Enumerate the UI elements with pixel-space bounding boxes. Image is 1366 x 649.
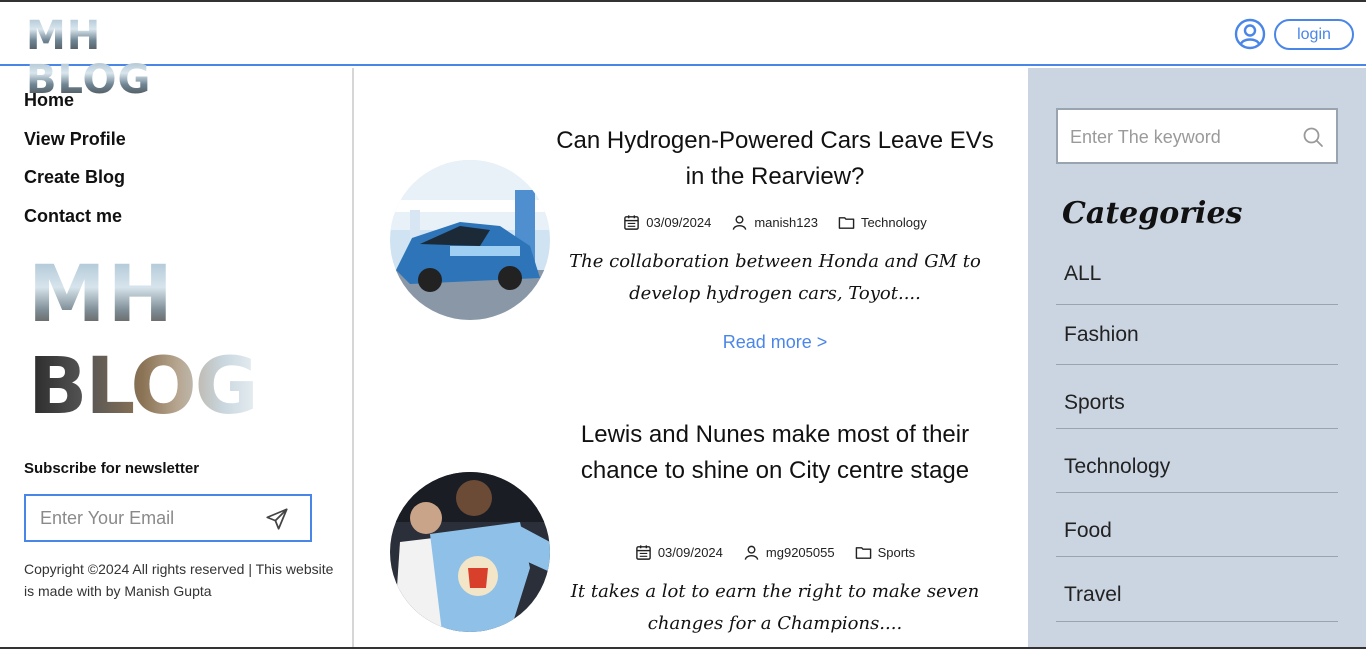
post-category: Technology [838,214,927,231]
folder-icon [855,547,871,559]
read-more-link[interactable]: Read more > [546,332,1004,353]
post-title[interactable]: Can Hydrogen-Powered Cars Leave EVs in t… [546,123,1004,195]
category-item-technology[interactable]: Technology [1056,455,1338,493]
search-form [1056,108,1338,164]
login-button[interactable]: login [1274,19,1354,50]
header: MH BLOG login [0,2,1366,102]
post-excerpt: The collaboration between Honda and GM t… [569,251,981,304]
search-input[interactable] [1070,124,1290,150]
left-sidebar: Home View Profile Create Blog Contact me… [0,68,354,647]
post-thumbnail[interactable] [390,160,550,320]
post-author-text: manish123 [754,215,818,230]
nav-item-create-blog[interactable]: Create Blog [24,167,125,188]
post-category: Sports [855,544,916,561]
folder-icon [838,217,855,229]
category-item-fashion[interactable]: Fashion [1056,323,1338,365]
newsletter-title: Subscribe for newsletter [24,460,200,477]
post-date-text: 03/09/2024 [646,215,712,230]
nav-item-view-profile[interactable]: View Profile [24,129,126,150]
calendar-icon [636,545,651,560]
category-item-sports[interactable]: Sports [1056,391,1338,429]
nav-item-home[interactable]: Home [24,90,74,111]
sidebar-logo-line1: MH [28,250,175,340]
nav-item-contact-me[interactable]: Contact me [24,206,122,227]
category-item-travel[interactable]: Travel [1056,583,1338,622]
category-item-food[interactable]: Food [1056,519,1338,557]
post-author-text: mg9205055 [765,545,835,560]
user-icon [733,215,747,230]
search-icon[interactable] [1302,126,1324,148]
site-logo[interactable]: MH BLOG [26,14,220,102]
post-category-text: Sports [877,545,916,560]
post-title[interactable]: Lewis and Nunes make most of their chanc… [546,417,1004,489]
user-account-icon[interactable] [1234,18,1266,50]
post-category-text: Technology [860,215,927,230]
category-item-all[interactable]: ALL [1056,262,1338,305]
post-date-text: 03/09/2024 [657,545,723,560]
categories-title: Categories [1062,196,1243,231]
post-meta: 03/09/2024 manish123 Technology [546,214,1004,231]
post-date: 03/09/2024 [635,544,723,561]
sidebar-logo-line2: BLOG [28,342,259,432]
user-icon [744,545,759,560]
post-thumbnail[interactable] [390,472,550,632]
send-icon[interactable] [264,506,290,532]
sidebar-logo-image: MH BLOG [28,256,324,436]
newsletter-email-input[interactable] [40,506,260,530]
copyright-text: Copyright ©2024 All rights reserved | Th… [24,561,334,599]
post-author: manish123 [731,214,818,231]
newsletter-form [24,494,312,542]
post-author: mg9205055 [743,544,835,561]
post-excerpt: It takes a lot to earn the right to make… [570,581,980,634]
post-date: 03/09/2024 [623,214,711,231]
main-feed: Can Hydrogen-Powered Cars Leave EVs in t… [356,68,1028,647]
calendar-icon [624,215,640,230]
post-meta: 03/09/2024 mg9205055 Sports [546,544,1004,561]
right-sidebar: Categories ALL Fashion Sports Technology… [1028,68,1366,647]
